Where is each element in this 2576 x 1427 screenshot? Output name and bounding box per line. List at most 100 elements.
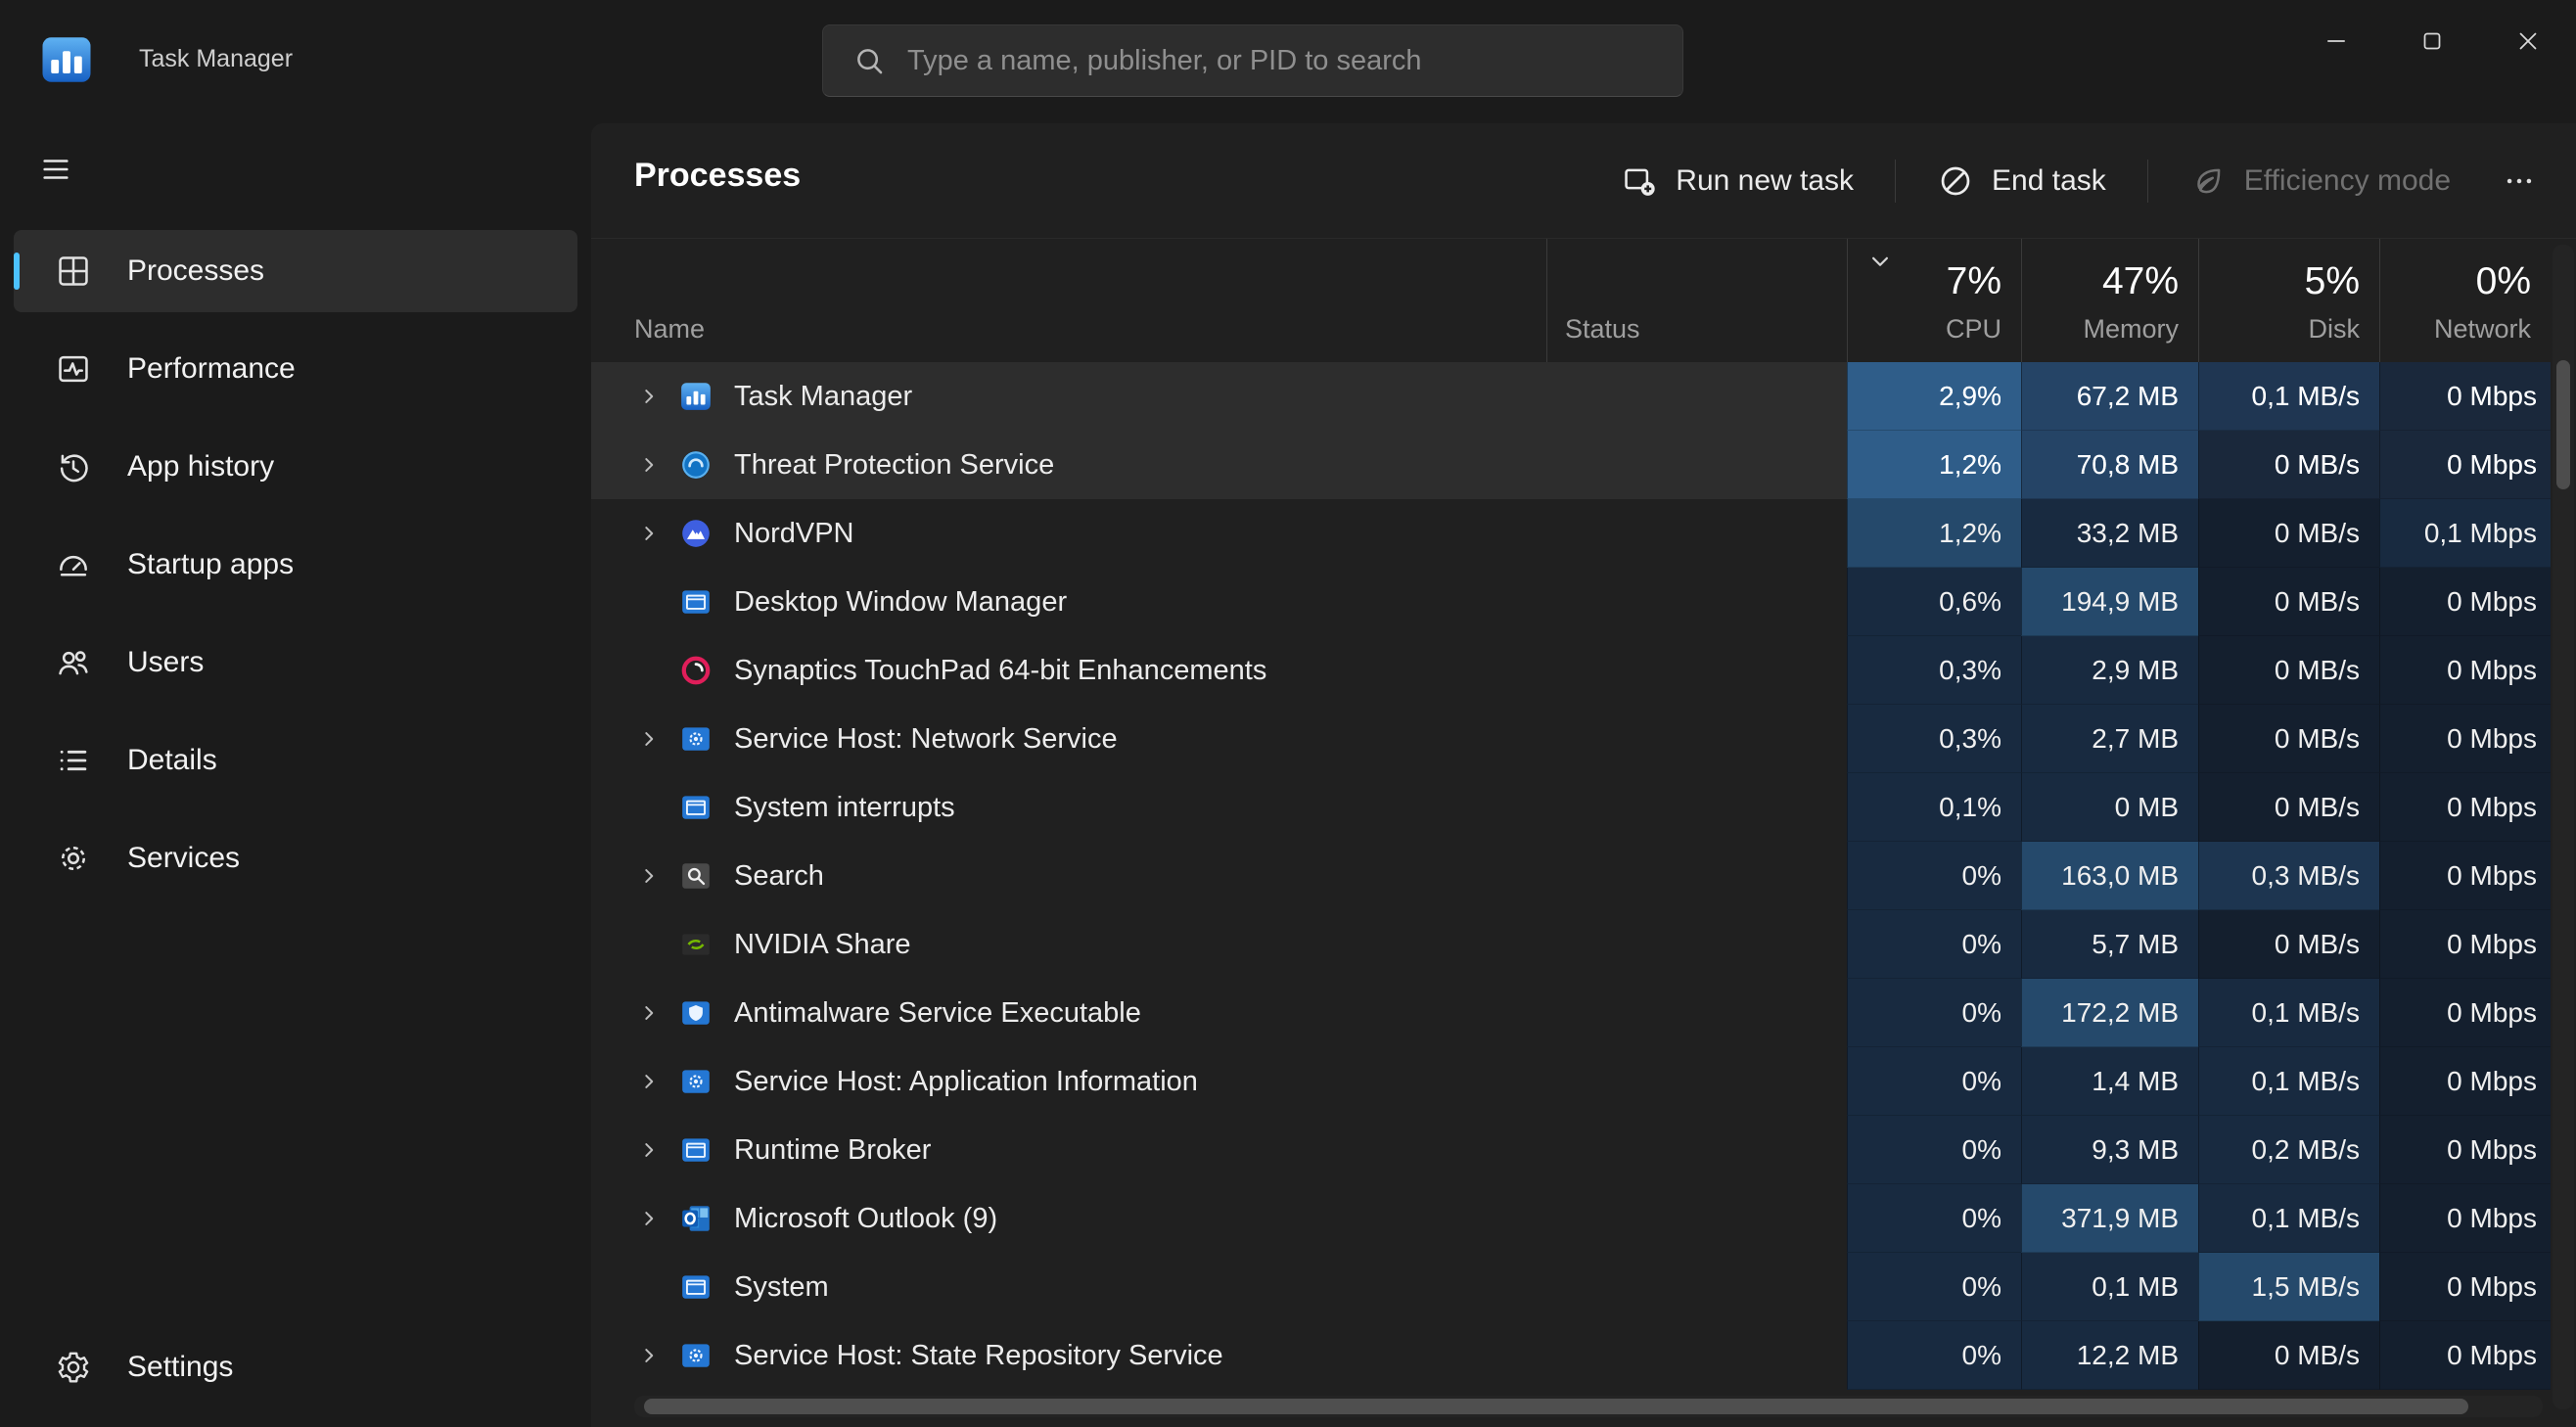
cpu-cell: 0%: [1847, 842, 2021, 910]
process-name: Runtime Broker: [734, 1134, 931, 1167]
sidebar-item-startup-apps[interactable]: Startup apps: [14, 524, 577, 606]
run-new-task-button[interactable]: Run new task: [1593, 146, 1881, 216]
network-cell: 0 Mbps: [2379, 1253, 2551, 1321]
expand-chevron[interactable]: [636, 928, 679, 961]
table-row[interactable]: Service Host: Application Information 0%…: [591, 1047, 2551, 1116]
table-row[interactable]: NVIDIA Share 0% 5,7 MB 0 MB/s 0 Mbps: [591, 910, 2551, 979]
main-panel: Processes Run new task End task Efficien…: [591, 123, 2576, 1427]
toolbar: Run new task End task Efficiency mode: [1593, 123, 2554, 238]
chevron-right-icon[interactable]: [636, 448, 679, 482]
disk-cell: 0,1 MB/s: [2198, 362, 2379, 431]
run-new-task-icon: [1621, 162, 1658, 200]
table-row[interactable]: Search 0% 163,0 MB 0,3 MB/s 0 Mbps: [591, 842, 2551, 910]
network-column-label: Network: [2434, 314, 2531, 345]
status-cell: [1546, 773, 1847, 842]
users-icon: [55, 644, 92, 681]
expand-chevron[interactable]: [636, 1270, 679, 1304]
table-row[interactable]: System interrupts 0,1% 0 MB 0 MB/s 0 Mbp…: [591, 773, 2551, 842]
dwm-icon: [679, 585, 713, 619]
table-row[interactable]: Task Manager 2,9% 67,2 MB 0,1 MB/s 0 Mbp…: [591, 362, 2551, 431]
table-row[interactable]: Desktop Window Manager 0,6% 194,9 MB 0 M…: [591, 568, 2551, 636]
disk-column-label: Disk: [2309, 314, 2361, 345]
chevron-right-icon[interactable]: [636, 996, 679, 1030]
cpu-cell: 0%: [1847, 1321, 2021, 1390]
process-name-cell: System interrupts: [591, 773, 1546, 842]
table-row[interactable]: Synaptics TouchPad 64-bit Enhancements 0…: [591, 636, 2551, 705]
system-icon: [679, 1270, 713, 1304]
disk-cell: 0,2 MB/s: [2198, 1116, 2379, 1184]
table-row[interactable]: System 0% 0,1 MB 1,5 MB/s 0 Mbps: [591, 1253, 2551, 1321]
minimize-button[interactable]: [2288, 0, 2384, 82]
chevron-right-icon[interactable]: [636, 1202, 679, 1235]
table-row[interactable]: Runtime Broker 0% 9,3 MB 0,2 MB/s 0 Mbps: [591, 1116, 2551, 1184]
process-name-cell: Task Manager: [591, 362, 1546, 431]
process-name: Microsoft Outlook (9): [734, 1203, 997, 1235]
process-name-cell: Threat Protection Service: [591, 431, 1546, 499]
chevron-right-icon[interactable]: [636, 859, 679, 893]
table-row[interactable]: Antimalware Service Executable 0% 172,2 …: [591, 979, 2551, 1047]
table-row[interactable]: Service Host: State Repository Service 0…: [591, 1321, 2551, 1390]
table-header: Name Status 7% CPU 47% Memory 5% Disk 0%…: [591, 239, 2551, 362]
process-name-cell: Service Host: Network Service: [591, 705, 1546, 773]
column-header-cpu[interactable]: 7% CPU: [1847, 239, 2021, 362]
table-row[interactable]: Microsoft Outlook (9) 0% 371,9 MB 0,1 MB…: [591, 1184, 2551, 1253]
expand-chevron[interactable]: [636, 654, 679, 687]
chevron-right-icon[interactable]: [636, 517, 679, 550]
sidebar-item-services[interactable]: Services: [14, 817, 577, 899]
table-row[interactable]: Service Host: Network Service 0,3% 2,7 M…: [591, 705, 2551, 773]
disk-cell: 0,1 MB/s: [2198, 1184, 2379, 1253]
end-task-button[interactable]: End task: [1909, 146, 2134, 216]
global-search-box[interactable]: [822, 24, 1683, 97]
column-header-disk[interactable]: 5% Disk: [2198, 239, 2379, 362]
sidebar-item-app-history[interactable]: App history: [14, 426, 577, 508]
status-cell: [1546, 1321, 1847, 1390]
window-title: Task Manager: [139, 45, 293, 73]
table-row[interactable]: Threat Protection Service 1,2% 70,8 MB 0…: [591, 431, 2551, 499]
memory-cell: 1,4 MB: [2021, 1047, 2198, 1116]
maximize-button[interactable]: [2384, 0, 2480, 82]
process-name: System interrupts: [734, 792, 955, 824]
memory-cell: 33,2 MB: [2021, 499, 2198, 568]
selection-indicator: [14, 253, 20, 290]
sidebar-item-settings[interactable]: Settings: [14, 1326, 577, 1408]
vertical-scrollbar[interactable]: [2553, 245, 2574, 1409]
end-task-label: End task: [1992, 164, 2106, 198]
menu-button[interactable]: [25, 141, 86, 198]
status-cell: [1546, 979, 1847, 1047]
more-options-button[interactable]: [2484, 146, 2554, 216]
disk-cell: 0 MB/s: [2198, 910, 2379, 979]
memory-cell: 172,2 MB: [2021, 979, 2198, 1047]
sidebar-item-processes[interactable]: Processes: [14, 230, 577, 312]
column-header-memory[interactable]: 47% Memory: [2021, 239, 2198, 362]
network-cell: 0 Mbps: [2379, 773, 2551, 842]
status-cell: [1546, 499, 1847, 568]
cpu-cell: 0,1%: [1847, 773, 2021, 842]
service-host-icon: [679, 1339, 713, 1372]
disk-cell: 0 MB/s: [2198, 1321, 2379, 1390]
chevron-right-icon[interactable]: [636, 1339, 679, 1372]
processes-icon: [55, 253, 92, 290]
search-input[interactable]: [905, 44, 1661, 78]
chevron-right-icon[interactable]: [636, 1133, 679, 1167]
horizontal-scrollbar-thumb[interactable]: [644, 1399, 2468, 1414]
column-header-name[interactable]: Name: [591, 239, 1546, 362]
column-header-network[interactable]: 0% Network: [2379, 239, 2551, 362]
horizontal-scrollbar[interactable]: [634, 1396, 2543, 1417]
efficiency-mode-button[interactable]: Efficiency mode: [2162, 146, 2478, 216]
sidebar-item-details[interactable]: Details: [14, 719, 577, 802]
vertical-scrollbar-thumb[interactable]: [2556, 360, 2570, 489]
chevron-right-icon[interactable]: [636, 1065, 679, 1098]
search-app-icon: [679, 859, 713, 893]
column-header-status[interactable]: Status: [1546, 239, 1847, 362]
chevron-right-icon[interactable]: [636, 380, 679, 413]
expand-chevron[interactable]: [636, 585, 679, 619]
memory-cell: 0,1 MB: [2021, 1253, 2198, 1321]
network-cell: 0 Mbps: [2379, 362, 2551, 431]
sidebar-item-performance[interactable]: Performance: [14, 328, 577, 410]
sidebar-item-users[interactable]: Users: [14, 621, 577, 704]
disk-total-percent: 5%: [2305, 260, 2360, 303]
close-button[interactable]: [2480, 0, 2576, 82]
expand-chevron[interactable]: [636, 791, 679, 824]
table-row[interactable]: NordVPN 1,2% 33,2 MB 0 MB/s 0,1 Mbps: [591, 499, 2551, 568]
chevron-right-icon[interactable]: [636, 722, 679, 756]
